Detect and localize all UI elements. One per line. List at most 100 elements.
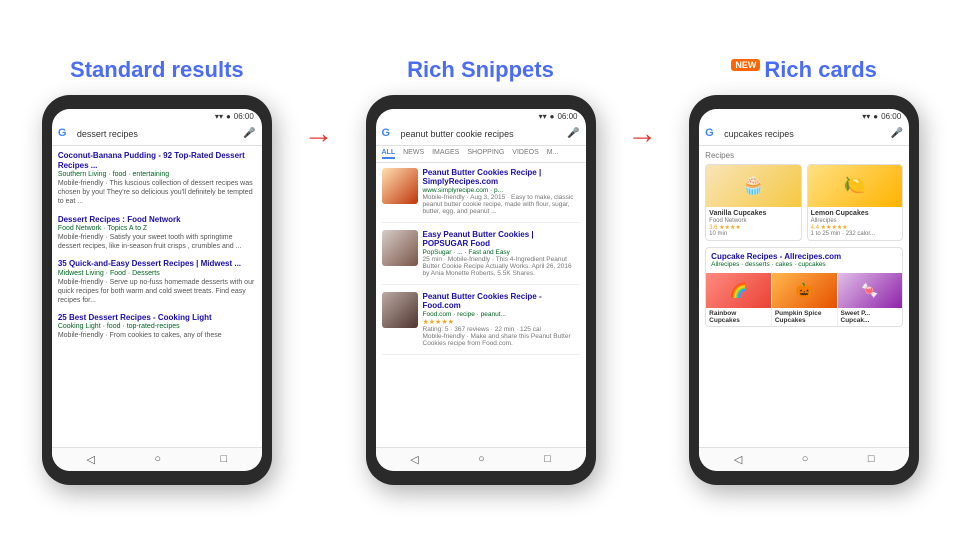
phone-snippets: ▾▾ ● 06:00 G peanut butter cookie recipe…	[366, 95, 596, 485]
card-sweet[interactable]: 🍬 Sweet P... Cupcak...	[838, 273, 903, 326]
snippet-title-0[interactable]: Peanut Butter Cookies Recipe | SimplyRec…	[423, 168, 580, 187]
main-container: Standard results ▾▾ ● 06:00 G dessert re…	[0, 47, 961, 495]
card-stars-lemon: 4.4 ★★★★★	[811, 224, 900, 231]
snippet-url-0: www.simplyrecipe.com · p...	[423, 187, 580, 194]
back-icon-1[interactable]: ◁	[87, 453, 95, 466]
search-bar-2[interactable]: G peanut butter cookie recipes 🎤	[376, 123, 586, 146]
card-vanilla[interactable]: 🧁 Vanilla Cupcakes Food Network 3.6 ★★★★…	[705, 164, 802, 241]
card-meta-vanilla: 10 min	[709, 231, 798, 237]
card-pumpkin[interactable]: 🎃 Pumpkin Spice Cupcakes	[772, 273, 838, 326]
result-snippet-1: Mobile-friendly · Satisfy your sweet too…	[58, 233, 256, 251]
label-sweet: Sweet P... Cupcak...	[838, 308, 903, 326]
back-icon-2[interactable]: ◁	[410, 453, 418, 466]
home-icon-1[interactable]: ○	[154, 453, 161, 466]
result-snippet-2: Mobile-friendly · Serve up no-fuss homem…	[58, 278, 256, 305]
home-icon-2[interactable]: ○	[478, 453, 485, 466]
bottom-url: Allrecipes · desserts · cakes · cupcakes	[711, 261, 897, 268]
battery-icon: 06:00	[234, 112, 254, 121]
result-title-3[interactable]: 25 Best Dessert Recipes - Cooking Light	[58, 313, 256, 323]
mic-icon-1[interactable]: 🎤	[243, 128, 255, 139]
result-1: Dessert Recipes : Food Network Food Netw…	[58, 215, 256, 252]
signal-icon: ▾▾	[215, 112, 223, 121]
wifi-icon: ●	[226, 112, 231, 121]
phone-standard: ▾▾ ● 06:00 G dessert recipes 🎤 Coconut-B…	[42, 95, 272, 485]
snippet-title-2[interactable]: Peanut Butter Cookies Recipe - Food.com	[423, 292, 580, 311]
phone-nav-3: ◁ ○ □	[699, 447, 909, 471]
snippet-url-2: Food.com · recipe · peanut...	[423, 311, 580, 318]
google-logo-2: G	[382, 127, 396, 141]
snippet-meta-2: Mobile-friendly · Make and share this Pe…	[423, 333, 580, 347]
card-lemon[interactable]: 🍋 Lemon Cupcakes Allrecipes 4.4 ★★★★★ 1 …	[807, 164, 904, 241]
card-meta-lemon: 1 to 25 min · 232 calor...	[811, 231, 900, 237]
tab-news[interactable]: NEWS	[403, 149, 424, 159]
back-icon-3[interactable]: ◁	[734, 453, 742, 466]
rich-cards-title: NEWRich cards	[731, 57, 877, 83]
screen-rich-cards: ▾▾ ● 06:00 G cupcakes recipes 🎤 Recipes	[699, 109, 909, 471]
snippet-title-1[interactable]: Easy Peanut Butter Cookies | POPSUGAR Fo…	[423, 230, 580, 249]
snippet-meta-0: Mobile-friendly · Aug 3, 2015 · Easy to …	[423, 194, 580, 215]
snippet-url-1: PopSugar · ... · Fast and Easy	[423, 249, 580, 256]
wifi-icon-2: ●	[550, 112, 555, 121]
result-snippet-3: Mobile-friendly · From cookies to cakes,…	[58, 331, 256, 340]
tab-shopping[interactable]: SHOPPING	[467, 149, 504, 159]
search-bar-3[interactable]: G cupcakes recipes 🎤	[699, 123, 909, 146]
card-title-lemon: Lemon Cupcakes	[811, 210, 900, 218]
card-rainbow[interactable]: 🌈 Rainbow Cupcakes	[706, 273, 772, 326]
snippet-thumb-2	[382, 292, 418, 328]
result-title-1[interactable]: Dessert Recipes : Food Network	[58, 215, 256, 225]
google-logo-3: G	[705, 127, 719, 141]
status-bar-1: ▾▾ ● 06:00	[52, 109, 262, 123]
result-3: 25 Best Dessert Recipes - Cooking Light …	[58, 313, 256, 340]
result-source-1: Food Network · Topics A to Z	[58, 225, 256, 232]
recent-icon-1[interactable]: □	[220, 453, 227, 466]
img-pumpkin: 🎃	[772, 273, 837, 308]
snippet-2: Peanut Butter Cookies Recipe - Food.com …	[382, 292, 580, 355]
battery-icon-2: 06:00	[557, 112, 577, 121]
phone-rich-cards: ▾▾ ● 06:00 G cupcakes recipes 🎤 Recipes	[689, 95, 919, 485]
snippet-rating-2: Rating: 5 · 367 reviews · 22 min · 125 c…	[423, 326, 580, 333]
result-2: 35 Quick-and-Easy Dessert Recipes | Midw…	[58, 259, 256, 305]
snippet-1: Easy Peanut Butter Cookies | POPSUGAR Fo…	[382, 230, 580, 285]
result-0: Coconut-Banana Pudding - 92 Top-Rated De…	[58, 151, 256, 207]
bottom-title[interactable]: Cupcake Recipes - Allrecipes.com	[711, 252, 897, 261]
screen-snippets: ▾▾ ● 06:00 G peanut butter cookie recipe…	[376, 109, 586, 471]
search-query-1[interactable]: dessert recipes	[77, 129, 239, 139]
tab-more[interactable]: M...	[547, 149, 559, 159]
card-stars-vanilla: 3.6 ★★★★	[709, 224, 798, 231]
search-query-2[interactable]: peanut butter cookie recipes	[401, 129, 563, 139]
result-title-2[interactable]: 35 Quick-and-Easy Dessert Recipes | Midw…	[58, 259, 256, 269]
result-source-2: Midwest Living · Food · Desserts	[58, 270, 256, 277]
signal-icon-3: ▾▾	[862, 112, 870, 121]
home-icon-3[interactable]: ○	[802, 453, 809, 466]
column-standard: Standard results ▾▾ ● 06:00 G dessert re…	[20, 57, 294, 485]
arrow-1: →	[304, 117, 334, 151]
rich-snippets-title: Rich Snippets	[407, 57, 554, 83]
label-rainbow: Rainbow Cupcakes	[706, 308, 771, 326]
tabs-row[interactable]: ALL NEWS IMAGES SHOPPING VIDEOS M...	[376, 146, 586, 163]
status-bar-2: ▾▾ ● 06:00	[376, 109, 586, 123]
snippet-text-0: Peanut Butter Cookies Recipe | SimplyRec…	[423, 168, 580, 215]
recent-icon-3[interactable]: □	[868, 453, 875, 466]
label-pumpkin: Pumpkin Spice Cupcakes	[772, 308, 837, 326]
result-title-0[interactable]: Coconut-Banana Pudding - 92 Top-Rated De…	[58, 151, 256, 172]
result-snippet-0: Mobile-friendly · This luscious collecti…	[58, 179, 256, 206]
img-sweet: 🍬	[838, 273, 903, 308]
column-rich-cards: NEWRich cards ▾▾ ● 06:00 G cupcakes reci…	[667, 57, 941, 485]
phone-nav-2: ◁ ○ □	[376, 447, 586, 471]
rich-cards-label: Rich cards	[764, 57, 877, 82]
mic-icon-3[interactable]: 🎤	[891, 128, 903, 139]
search-bar-1[interactable]: G dessert recipes 🎤	[52, 123, 262, 146]
snippet-meta-1: 25 min · Mobile-friendly · This 4-Ingred…	[423, 256, 580, 277]
tab-images[interactable]: IMAGES	[432, 149, 459, 159]
search-query-3[interactable]: cupcakes recipes	[724, 129, 886, 139]
arrow-1-container: →	[294, 57, 344, 151]
mic-icon-2[interactable]: 🎤	[567, 128, 579, 139]
result-source-3: Cooking Light · food · top-rated-recipes	[58, 323, 256, 330]
bottom-header: Cupcake Recipes - Allrecipes.com Allreci…	[706, 248, 902, 270]
tab-all[interactable]: ALL	[382, 149, 396, 159]
wifi-icon-3: ●	[873, 112, 878, 121]
battery-icon-3: 06:00	[881, 112, 901, 121]
recent-icon-2[interactable]: □	[544, 453, 551, 466]
snippet-thumb-1	[382, 230, 418, 266]
tab-videos[interactable]: VIDEOS	[512, 149, 538, 159]
